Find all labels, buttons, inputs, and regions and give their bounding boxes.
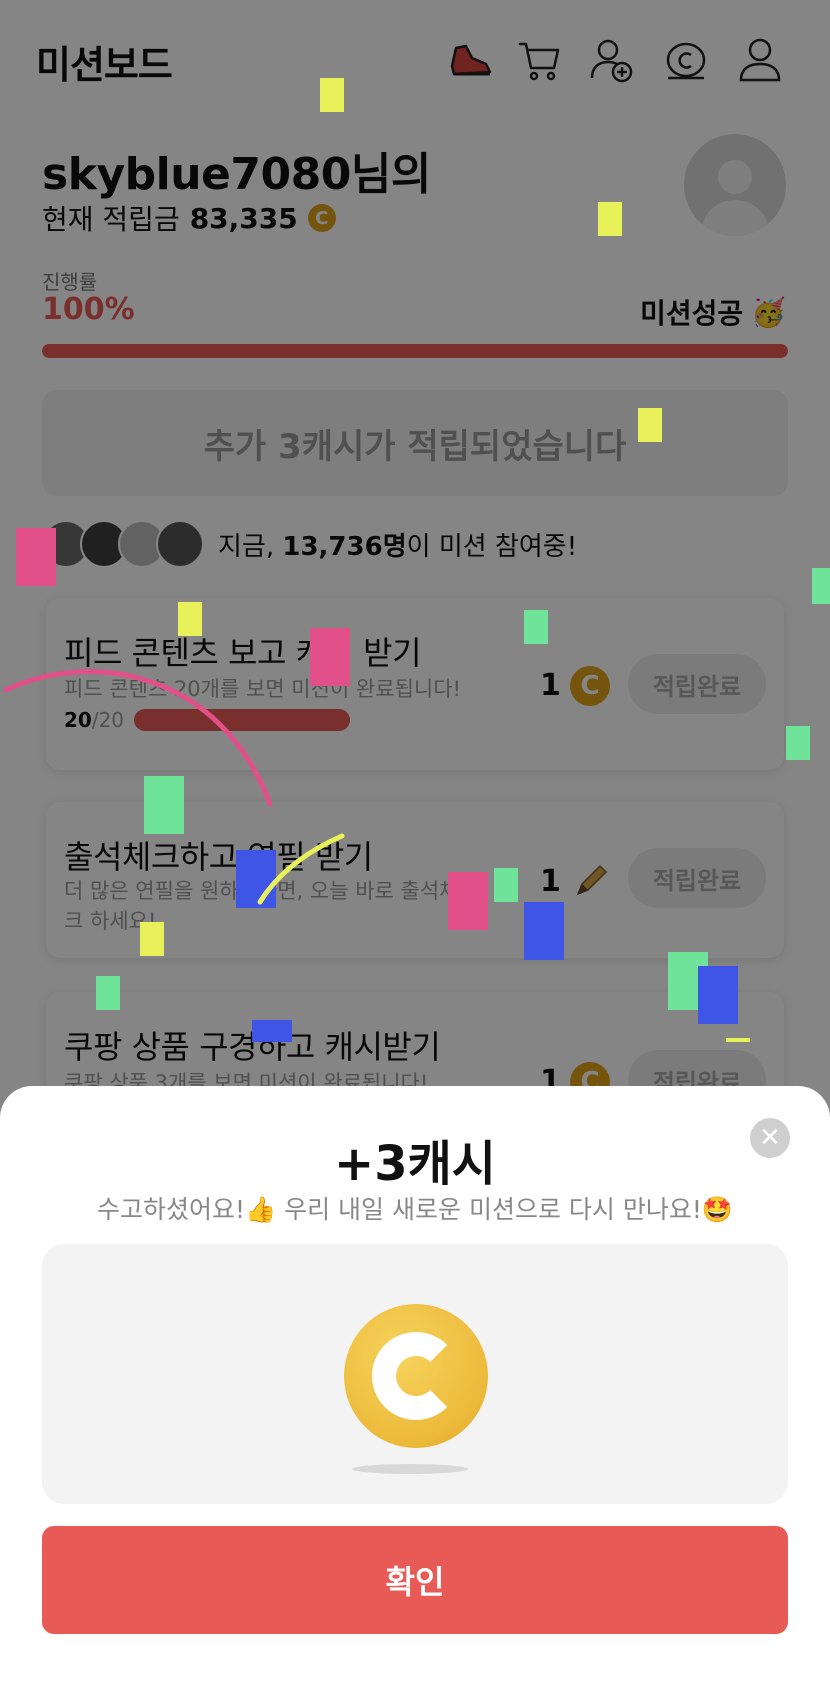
big-coin-icon	[344, 1304, 488, 1448]
coin-shadow	[352, 1464, 468, 1474]
confirm-button[interactable]: 확인	[42, 1526, 788, 1634]
reward-title: +3캐시	[334, 1136, 496, 1192]
coin-c-mark	[372, 1332, 460, 1420]
reward-subtitle: 수고하셨어요!👍 우리 내일 새로운 미션으로 다시 만나요!🤩	[97, 1195, 733, 1224]
